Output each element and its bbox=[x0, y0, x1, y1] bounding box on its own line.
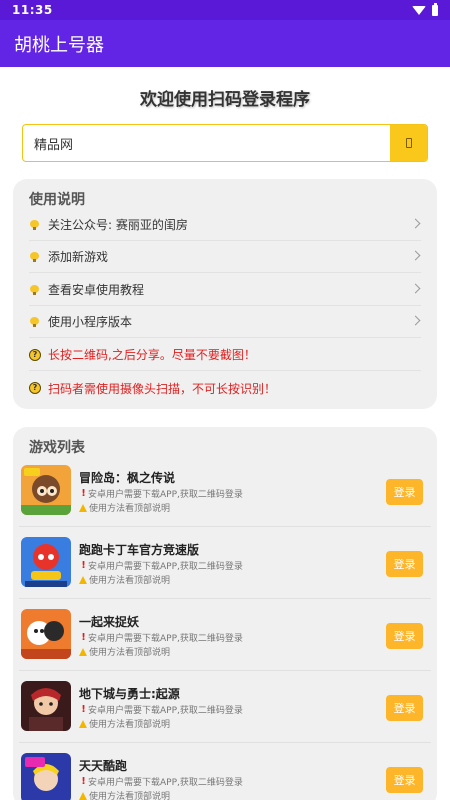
game-note-android: ! 安卓用户需要下载APP,获取二维码登录 bbox=[79, 487, 243, 500]
game-name: 天天酷跑 bbox=[79, 759, 128, 773]
game-note-usage: 使用方法看顶部说明 bbox=[79, 717, 170, 730]
chevron-right-icon bbox=[410, 218, 421, 229]
instruction-item-add-game[interactable]: 添加新游戏 bbox=[29, 241, 421, 273]
warning-icon bbox=[79, 791, 87, 800]
game-note-text: 使用方法看顶部说明 bbox=[89, 648, 171, 658]
game-note-text: 使用方法看顶部说明 bbox=[89, 504, 171, 514]
game-item-dnf-origin: 地下城与勇士:起源 ! 安卓用户需要下载APP,获取二维码登录 使用方法看顶部说… bbox=[19, 671, 431, 743]
game-note-text: 安卓用户需要下载APP,获取二维码登录 bbox=[88, 634, 243, 644]
game-item-kartrider: 跑跑卡丁车官方竞速版 ! 安卓用户需要下载APP,获取二维码登录 使用方法看顶部… bbox=[19, 527, 431, 599]
wifi-icon bbox=[412, 5, 426, 15]
instructions-title: 使用说明 bbox=[29, 192, 85, 208]
game-item-everyday-parkour: 天天酷跑 ! 安卓用户需要下载APP,获取二维码登录 使用方法看顶部说明 登录 bbox=[19, 743, 431, 800]
instruction-item-android-tutorial[interactable]: 查看安卓使用教程 bbox=[29, 274, 421, 306]
bulb-icon bbox=[30, 316, 39, 327]
exclamation-icon: ! bbox=[81, 632, 86, 643]
game-item-maplestory: 冒险岛：枫之传说 ! 安卓用户需要下载APP,获取二维码登录 使用方法看顶部说明… bbox=[19, 455, 431, 527]
search-input[interactable] bbox=[23, 125, 390, 161]
exclamation-icon: ! bbox=[81, 488, 86, 499]
bulb-icon bbox=[30, 219, 39, 230]
search-bar bbox=[22, 124, 428, 162]
game-note-usage: 使用方法看顶部说明 bbox=[79, 645, 170, 658]
game-icon-everyday-parkour bbox=[21, 753, 71, 800]
notice-text: 长按二维码,之后分享。尽量不要截图！ bbox=[48, 348, 256, 362]
game-note-android: ! 安卓用户需要下载APP,获取二维码登录 bbox=[79, 703, 243, 716]
game-note-text: 安卓用户需要下载APP,获取二维码登录 bbox=[88, 562, 243, 572]
game-name: 冒险岛：枫之传说 bbox=[79, 471, 176, 485]
app-bar: 胡桃上号器 bbox=[0, 20, 450, 67]
bulb-icon bbox=[30, 251, 39, 262]
game-list-card: 游戏列表 冒险岛：枫之传说 ! 安卓用户需要下载APP,获取二维码登录 使用方法… bbox=[13, 427, 437, 800]
game-note-text: 使用方法看顶部说明 bbox=[89, 576, 171, 586]
chevron-right-icon bbox=[410, 250, 421, 261]
game-icon-dnf-origin bbox=[21, 681, 71, 731]
login-button[interactable]: 登录 bbox=[386, 695, 423, 721]
game-note-text: 安卓用户需要下载APP,获取二维码登录 bbox=[88, 706, 243, 716]
login-button[interactable]: 登录 bbox=[386, 479, 423, 505]
game-note-android: ! 安卓用户需要下载APP,获取二维码登录 bbox=[79, 775, 243, 788]
game-note-usage: 使用方法看顶部说明 bbox=[79, 789, 170, 800]
game-name: 一起来捉妖 bbox=[79, 615, 140, 629]
warning-icon bbox=[79, 647, 87, 656]
bulb-icon bbox=[30, 284, 39, 295]
instruction-label: 添加新游戏 bbox=[48, 250, 109, 264]
exclamation-icon: ! bbox=[81, 560, 86, 571]
login-button[interactable]: 登录 bbox=[386, 767, 423, 793]
game-note-text: 安卓用户需要下载APP,获取二维码登录 bbox=[88, 490, 243, 500]
game-name: 跑跑卡丁车官方竞速版 bbox=[79, 543, 200, 557]
game-note-text: 安卓用户需要下载APP,获取二维码登录 bbox=[88, 778, 243, 788]
game-note-usage: 使用方法看顶部说明 bbox=[79, 573, 170, 586]
login-button[interactable]: 登录 bbox=[386, 623, 423, 649]
search-icon bbox=[405, 138, 412, 148]
exclamation-icon: ! bbox=[81, 704, 86, 715]
game-icon-maplestory bbox=[21, 465, 71, 515]
game-icon-catch-monster bbox=[21, 609, 71, 659]
instruction-item-follow-account[interactable]: 关注公众号: 赛丽亚的闺房 bbox=[29, 209, 421, 241]
game-note-android: ! 安卓用户需要下载APP,获取二维码登录 bbox=[79, 631, 243, 644]
battery-icon bbox=[432, 2, 438, 16]
warning-icon bbox=[79, 575, 87, 584]
status-time: 11:35 bbox=[12, 3, 53, 17]
login-button[interactable]: 登录 bbox=[386, 551, 423, 577]
instructions-card: 使用说明 关注公众号: 赛丽亚的闺房 添加新游戏 查看安卓使用教程 使用小程序版… bbox=[13, 179, 437, 409]
chevron-right-icon bbox=[410, 283, 421, 294]
instruction-label: 使用小程序版本 bbox=[48, 315, 133, 329]
notice-text: 扫码者需使用摄像头扫描，不可长按识别！ bbox=[48, 381, 277, 396]
game-name: 地下城与勇士:起源 bbox=[79, 687, 180, 701]
page-heading: 欢迎使用扫码登录程序 bbox=[140, 90, 310, 110]
warning-face-icon: ? bbox=[29, 348, 41, 361]
game-note-text: 使用方法看顶部说明 bbox=[89, 720, 171, 730]
instruction-item-mini-program[interactable]: 使用小程序版本 bbox=[29, 306, 421, 338]
system-icons bbox=[412, 2, 438, 16]
exclamation-icon: ! bbox=[81, 776, 86, 787]
instruction-label: 查看安卓使用教程 bbox=[48, 283, 145, 297]
game-note-text: 使用方法看顶部说明 bbox=[89, 792, 171, 800]
warning-face-icon: ? bbox=[29, 382, 41, 394]
search-button[interactable] bbox=[390, 125, 427, 161]
warning-icon bbox=[79, 503, 87, 512]
game-icon-kartrider bbox=[21, 537, 71, 587]
game-note-usage: 使用方法看顶部说明 bbox=[79, 501, 170, 514]
status-bar: 11:35 bbox=[0, 0, 450, 20]
instruction-label: 关注公众号: 赛丽亚的闺房 bbox=[48, 218, 188, 232]
game-note-android: ! 安卓用户需要下载APP,获取二维码登录 bbox=[79, 559, 243, 572]
notice-long-press: ? 长按二维码,之后分享。尽量不要截图！ bbox=[29, 339, 421, 371]
game-item-catch-monster: 一起来捉妖 ! 安卓用户需要下载APP,获取二维码登录 使用方法看顶部说明 登录 bbox=[19, 599, 431, 671]
notice-camera-scan: ? 扫码者需使用摄像头扫描，不可长按识别！ bbox=[29, 372, 421, 404]
chevron-right-icon bbox=[410, 315, 421, 326]
game-list-title: 游戏列表 bbox=[29, 440, 85, 456]
warning-icon bbox=[79, 719, 87, 728]
app-title: 胡桃上号器 bbox=[14, 34, 104, 56]
